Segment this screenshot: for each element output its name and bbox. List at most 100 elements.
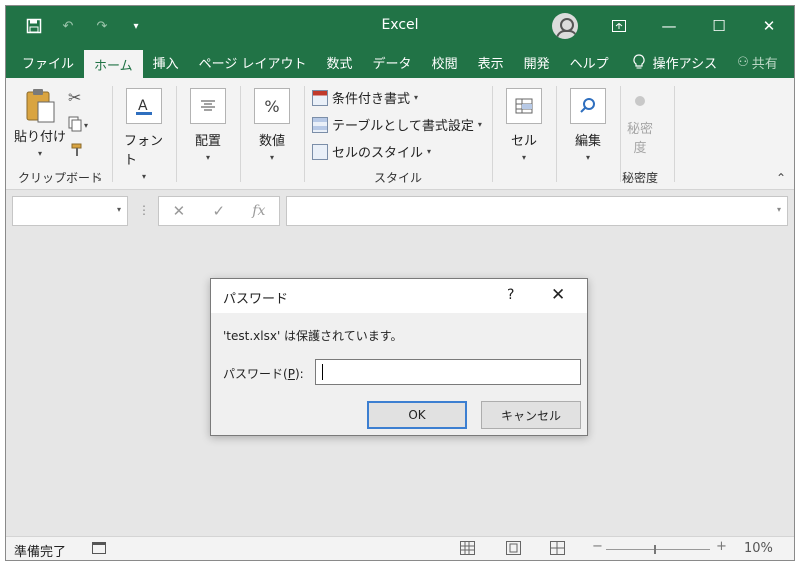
- divider: [240, 86, 241, 182]
- account-avatar[interactable]: [552, 13, 578, 39]
- divider: [304, 86, 305, 182]
- macro-recording-icon[interactable]: [92, 542, 106, 554]
- dialog-title: パスワード: [223, 292, 289, 307]
- formula-buttons: ✕ ✓ fx: [158, 196, 280, 226]
- divider: [112, 86, 113, 182]
- page-break-view-icon[interactable]: [550, 541, 565, 555]
- cells-icon: [506, 88, 542, 124]
- number-button[interactable]: % 数値 ▾: [252, 88, 292, 162]
- collapse-ribbon-icon[interactable]: ⌃: [776, 171, 786, 185]
- minimize-icon[interactable]: —: [644, 6, 694, 46]
- insert-function-button[interactable]: fx: [252, 203, 265, 219]
- tab-help[interactable]: ヘルプ: [560, 46, 619, 78]
- name-box[interactable]: ▾: [12, 196, 128, 226]
- font-color-icon: A: [126, 88, 162, 124]
- sensitivity-button[interactable]: 秘密 度: [618, 96, 662, 156]
- chevron-down-icon[interactable]: ▾: [117, 205, 121, 214]
- number-group: % 数値 ▾: [242, 78, 302, 190]
- font-label: フォント: [124, 134, 164, 168]
- tab-review[interactable]: 校閲: [422, 46, 468, 78]
- ok-button[interactable]: OK: [367, 401, 467, 429]
- formula-input[interactable]: ▾: [286, 196, 788, 226]
- cells-button[interactable]: セル ▾: [504, 88, 544, 162]
- cancel-icon[interactable]: ✕: [173, 202, 186, 220]
- window-controls: — ☐ ✕: [594, 6, 794, 46]
- sensitivity-group: 秘密 度 秘密度: [608, 78, 672, 190]
- svg-text:▾: ▾: [84, 121, 88, 130]
- svg-text:A: A: [138, 98, 148, 114]
- ribbon-display-options-icon[interactable]: [594, 6, 644, 46]
- format-painter-icon[interactable]: [70, 142, 86, 158]
- dialog-launcher-icon[interactable]: ↘: [94, 174, 102, 184]
- tab-page-layout[interactable]: ページ レイアウト: [189, 46, 317, 78]
- lightbulb-icon[interactable]: [619, 46, 649, 78]
- ribbon-tabs: ファイル ホーム 挿入 ページ レイアウト 数式 データ 校閲 表示 開発 ヘル…: [6, 46, 794, 78]
- zoom-track: [606, 549, 710, 550]
- title-bar: ↶ ↷ ▾ Excel — ☐ ✕: [6, 6, 794, 46]
- dialog-title-bar: パスワード ? ✕: [211, 279, 587, 313]
- divider: [176, 86, 177, 182]
- cell-styles-icon: [312, 143, 328, 160]
- format-as-table-button[interactable]: テーブルとして書式設定 ▾: [312, 115, 482, 134]
- clipboard-group: 貼り付け ▾ ✂ ▾ クリップボード ↘: [6, 78, 110, 190]
- close-icon[interactable]: ✕: [551, 285, 565, 305]
- conditional-formatting-icon: [312, 89, 328, 106]
- enter-icon[interactable]: ✓: [212, 202, 225, 220]
- person-icon: ⚇: [737, 54, 749, 70]
- chevron-down-icon: ▾: [414, 93, 419, 102]
- copy-icon[interactable]: ▾: [68, 116, 90, 135]
- editing-button[interactable]: 編集 ▾: [568, 88, 608, 162]
- alignment-button[interactable]: 配置 ▾: [188, 88, 228, 162]
- conditional-formatting-button[interactable]: 条件付き書式 ▾: [312, 88, 418, 107]
- tab-insert[interactable]: 挿入: [143, 46, 189, 78]
- zoom-in-icon[interactable]: +: [716, 539, 727, 554]
- cell-styles-button[interactable]: セルのスタイル ▾: [312, 142, 431, 161]
- editing-label: 編集: [574, 134, 601, 149]
- share-button[interactable]: ⚇ 共有: [727, 46, 788, 78]
- styles-group: 条件付き書式 ▾ テーブルとして書式設定 ▾ セルのスタイル ▾ スタイル: [306, 78, 490, 190]
- number-label: 数値: [258, 134, 285, 149]
- zoom-out-icon[interactable]: −: [592, 539, 603, 554]
- password-input[interactable]: [315, 359, 581, 385]
- password-label: パスワード(P):: [223, 367, 304, 381]
- help-button[interactable]: ?: [507, 287, 514, 303]
- chevron-down-icon: ▾: [269, 153, 274, 162]
- font-button[interactable]: A フォント ▾: [124, 88, 164, 181]
- tab-data[interactable]: データ: [363, 46, 422, 78]
- cells-label: セル: [510, 134, 537, 149]
- tab-home[interactable]: ホーム: [84, 50, 143, 78]
- tab-file[interactable]: ファイル: [12, 46, 84, 78]
- zoom-thumb[interactable]: [654, 545, 656, 554]
- status-bar: 準備完了 − + 10%: [6, 536, 794, 560]
- chevron-down-icon: ▾: [38, 149, 43, 158]
- search-icon: [570, 88, 606, 124]
- sensitivity-group-label: 秘密度: [621, 171, 658, 185]
- page-layout-view-icon[interactable]: [506, 541, 521, 555]
- cut-icon[interactable]: ✂: [68, 88, 81, 107]
- tab-developer[interactable]: 開発: [514, 46, 560, 78]
- excel-window: ↶ ↷ ▾ Excel — ☐ ✕ ファイル ホーム 挿入 ページ レイアウト …: [5, 5, 795, 561]
- chevron-down-icon: ▾: [585, 153, 590, 162]
- normal-view-icon[interactable]: [460, 541, 475, 555]
- share-label: 共有: [751, 56, 778, 72]
- chevron-down-icon: ▾: [521, 153, 526, 162]
- divider: [556, 86, 557, 182]
- close-icon[interactable]: ✕: [744, 6, 794, 46]
- paste-label: 貼り付け: [14, 130, 67, 145]
- paste-button[interactable]: 貼り付け ▾: [14, 86, 66, 158]
- styles-group-label: スタイル: [373, 171, 422, 185]
- font-group: A フォント ▾: [114, 78, 174, 190]
- tell-me-box[interactable]: 操作アシス: [649, 46, 727, 78]
- zoom-level[interactable]: 10%: [744, 541, 773, 556]
- cell-styles-label: セルのスタイル: [332, 146, 424, 161]
- chevron-down-icon[interactable]: ▾: [777, 205, 781, 214]
- tab-view[interactable]: 表示: [468, 46, 514, 78]
- alignment-label: 配置: [194, 134, 221, 149]
- cancel-button[interactable]: キャンセル: [481, 401, 581, 429]
- maximize-icon[interactable]: ☐: [694, 6, 744, 46]
- tab-formulas[interactable]: 数式: [317, 46, 363, 78]
- zoom-slider[interactable]: − +: [592, 539, 727, 556]
- alignment-group: 配置 ▾: [178, 78, 238, 190]
- format-as-table-label: テーブルとして書式設定: [332, 119, 474, 134]
- format-as-table-icon: [312, 116, 328, 133]
